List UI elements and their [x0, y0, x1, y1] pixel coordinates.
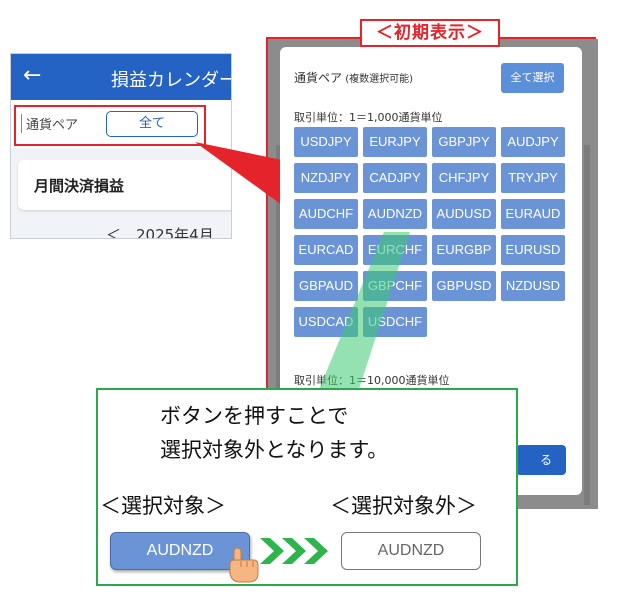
modal-title-main: 通貨ペア	[294, 71, 343, 85]
unit-label-10000: 取引単位：1＝10,000通貨単位	[294, 374, 450, 387]
pair-button-audchf[interactable]: AUDCHF	[294, 199, 358, 229]
unselected-state-label: ＜選択対象外＞	[330, 494, 477, 518]
pair-button-eurchf[interactable]: EURCHF	[363, 235, 427, 265]
pair-button-eurgbp[interactable]: EURGBP	[432, 235, 496, 265]
pair-button-gbpaud[interactable]: GBPAUD	[294, 271, 358, 301]
monthly-pl-label: 月間決済損益	[34, 177, 125, 195]
chevron-right-icon	[260, 538, 328, 564]
pair-button-nzdusd[interactable]: NZDUSD	[501, 271, 565, 301]
pair-button-eurusd[interactable]: EURUSD	[501, 235, 565, 265]
callout-text-line2: 選択対象外となります。	[160, 438, 389, 462]
highlight-frame	[14, 105, 206, 146]
unit-label-1000: 取引単位：1＝1,000通貨単位	[294, 111, 443, 124]
pair-button-chfjpy[interactable]: CHFJPY	[432, 163, 496, 193]
app-header: ← 損益カレンダー	[11, 54, 231, 100]
callout-text-line1: ボタンを押すことで	[160, 404, 349, 428]
unselected-pair-example[interactable]: AUDNZD	[341, 532, 481, 570]
explanation-callout: ボタンを押すことで 選択対象外となります。 ＜選択対象＞ ＜選択対象外＞ AUD…	[96, 388, 518, 586]
phone-screen-snippet: ← 損益カレンダー 通貨ペア 全て 月間決済損益 ＜ 2025年4月	[10, 53, 232, 239]
select-all-button[interactable]: 全て選択	[501, 63, 564, 93]
close-button[interactable]: る	[516, 445, 566, 475]
pair-button-audnzd[interactable]: AUDNZD	[363, 199, 427, 229]
pair-button-gbpusd[interactable]: GBPUSD	[432, 271, 496, 301]
pair-button-usdjpy[interactable]: USDJPY	[294, 127, 358, 157]
selected-state-label: ＜選択対象＞	[100, 494, 226, 518]
initial-display-tag: ＜初期表示＞	[360, 19, 500, 47]
pair-button-eurcad[interactable]: EURCAD	[294, 235, 358, 265]
pair-button-usdchf[interactable]: USDCHF	[363, 307, 427, 337]
tap-hand-icon	[229, 547, 259, 583]
monthly-pl-card: 月間決済損益	[18, 160, 231, 210]
pair-button-cadjpy[interactable]: CADJPY	[363, 163, 427, 193]
pair-button-euraud[interactable]: EURAUD	[501, 199, 565, 229]
pair-button-gbpchf[interactable]: GBPCHF	[363, 271, 427, 301]
modal-title: 通貨ペア (複数選択可能)	[294, 69, 413, 86]
pair-button-nzdjpy[interactable]: NZDJPY	[294, 163, 358, 193]
pair-button-audjpy[interactable]: AUDJPY	[501, 127, 565, 157]
pair-button-audusd[interactable]: AUDUSD	[432, 199, 496, 229]
page-title: 損益カレンダー	[111, 70, 232, 91]
back-arrow-icon[interactable]: ←	[23, 62, 41, 90]
pair-button-usdcad[interactable]: USDCAD	[294, 307, 358, 337]
pair-button-gbpjpy[interactable]: GBPJPY	[432, 127, 496, 157]
month-navigator[interactable]: ＜ 2025年4月	[106, 224, 214, 238]
pair-button-eurjpy[interactable]: EURJPY	[363, 127, 427, 157]
modal-title-sub: (複数選択可能)	[342, 74, 413, 85]
pair-button-tryjpy[interactable]: TRYJPY	[501, 163, 565, 193]
